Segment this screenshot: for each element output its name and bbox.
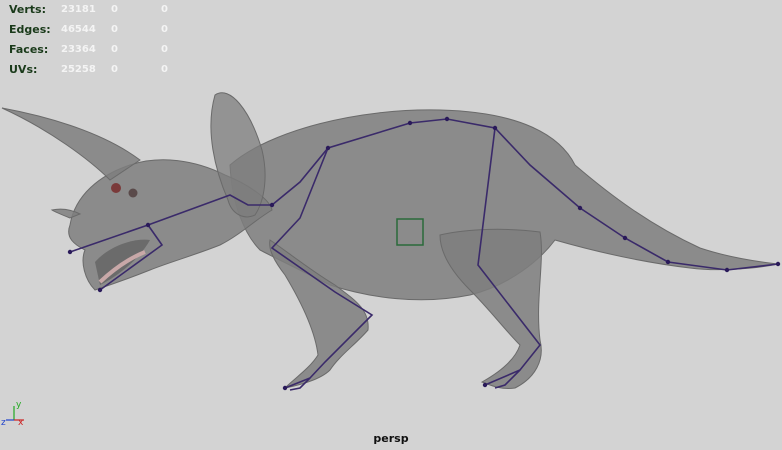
joint[interactable]: [145, 222, 151, 228]
hud-value: 23364: [61, 44, 96, 55]
hud-label: Verts:: [9, 3, 47, 16]
joint[interactable]: [407, 120, 413, 126]
hud-value: 23181: [61, 4, 96, 15]
axis-x-label: x: [18, 418, 24, 428]
joint[interactable]: [577, 205, 583, 211]
triceratops-mesh[interactable]: [1, 92, 779, 389]
hud-value: 25258: [61, 64, 96, 75]
joint[interactable]: [622, 235, 628, 241]
brow-horn-mesh: [1, 107, 141, 181]
joint[interactable]: [482, 382, 488, 388]
hud-extra: 0: [161, 44, 168, 55]
joint[interactable]: [775, 261, 781, 267]
joint[interactable]: [724, 267, 730, 273]
hind-leg-mesh: [439, 228, 542, 389]
hud-selected: 0: [111, 24, 118, 35]
joint[interactable]: [444, 116, 450, 122]
axis-z-label: z: [1, 418, 6, 428]
joint[interactable]: [492, 125, 498, 131]
hud-extra: 0: [161, 4, 168, 15]
hud-extra: 0: [161, 24, 168, 35]
joint[interactable]: [665, 259, 671, 265]
joint[interactable]: [282, 385, 288, 391]
hud-selected: 0: [111, 64, 118, 75]
joint[interactable]: [325, 145, 331, 151]
hud-row-faces: Faces: 23364 0 0: [9, 40, 211, 60]
hud-selected: 0: [111, 44, 118, 55]
camera-name-label: persp: [373, 432, 409, 445]
eye-left-icon: [111, 183, 121, 193]
hud-row-edges: Edges: 46544 0 0: [9, 20, 211, 40]
hud-row-uvs: UVs: 25258 0 0: [9, 60, 211, 80]
joint[interactable]: [97, 287, 103, 293]
hud-selected: 0: [111, 4, 118, 15]
joint[interactable]: [67, 249, 73, 255]
hud-label: Edges:: [9, 23, 51, 36]
hud-extra: 0: [161, 64, 168, 75]
hud-label: Faces:: [9, 43, 49, 56]
axis-y-label: y: [16, 400, 22, 410]
axis-indicator-icon: y x z: [1, 400, 24, 428]
joint[interactable]: [269, 202, 275, 208]
hud-value: 46544: [61, 24, 96, 35]
eye-right-icon: [128, 188, 138, 198]
hud-label: UVs:: [9, 63, 38, 76]
poly-count-hud: Verts: 23181 0 0 Edges: 46544 0 0 Faces:…: [9, 0, 211, 80]
hud-row-verts: Verts: 23181 0 0: [9, 0, 211, 20]
